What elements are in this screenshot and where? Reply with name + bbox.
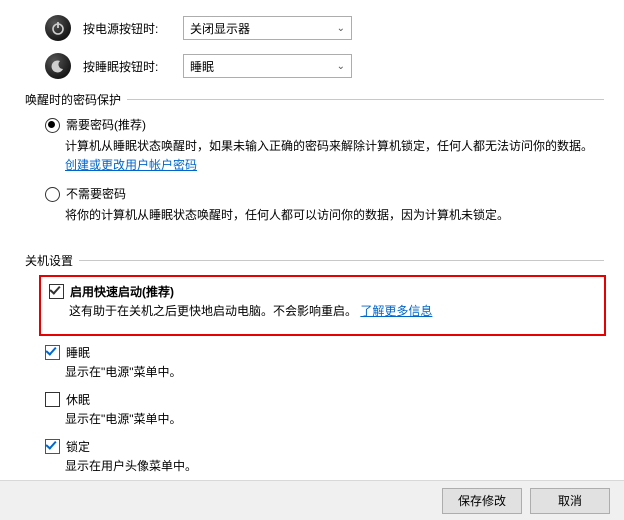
learn-more-link[interactable]: 了解更多信息 <box>360 304 432 318</box>
divider <box>127 99 604 100</box>
require-password-radio[interactable]: 需要密码(推荐) <box>45 116 604 133</box>
checkbox-checked-icon <box>49 284 64 299</box>
power-button-select[interactable]: 关闭显示器 ⌄ <box>183 16 352 40</box>
divider <box>79 260 604 261</box>
sleep-button-label: 按睡眠按钮时: <box>83 58 183 75</box>
checkbox-checked-icon <box>45 345 60 360</box>
sleep-checkbox-label: 睡眠 <box>66 344 90 361</box>
require-password-label: 需要密码(推荐) <box>66 116 146 133</box>
chevron-down-icon: ⌄ <box>337 61 345 72</box>
shutdown-settings-header: 关机设置 <box>25 252 604 269</box>
hibernate-checkbox-desc: 显示在"电源"菜单中。 <box>65 410 604 428</box>
sleep-button-select[interactable]: 睡眠 ⌄ <box>183 54 352 78</box>
sleep-button-value: 睡眠 <box>190 58 214 75</box>
chevron-down-icon: ⌄ <box>337 23 345 34</box>
power-icon <box>45 15 71 41</box>
no-password-radio[interactable]: 不需要密码 <box>45 185 604 202</box>
no-password-desc: 将你的计算机从睡眠状态唤醒时，任何人都可以访问你的数据，因为计算机未锁定。 <box>65 206 604 225</box>
power-button-row: 按电源按钮时: 关闭显示器 ⌄ <box>25 15 604 41</box>
cancel-button[interactable]: 取消 <box>530 488 610 514</box>
lock-checkbox[interactable]: 锁定 <box>45 438 604 455</box>
wake-password-header: 唤醒时的密码保护 <box>25 91 604 108</box>
save-button[interactable]: 保存修改 <box>442 488 522 514</box>
lock-checkbox-desc: 显示在用户头像菜单中。 <box>65 457 604 475</box>
checkbox-checked-icon <box>45 439 60 454</box>
require-password-desc: 计算机从睡眠状态唤醒时，如果未输入正确的密码来解除计算机锁定，任何人都无法访问你… <box>65 137 604 175</box>
radio-checked-icon <box>45 118 60 133</box>
checkbox-unchecked-icon <box>45 392 60 407</box>
hibernate-checkbox-label: 休眠 <box>66 391 90 408</box>
wake-password-title: 唤醒时的密码保护 <box>25 91 127 108</box>
change-account-password-link[interactable]: 创建或更改用户帐户密码 <box>65 158 197 172</box>
no-password-label: 不需要密码 <box>66 185 126 202</box>
sleep-checkbox-desc: 显示在"电源"菜单中。 <box>65 363 604 381</box>
fast-startup-checkbox[interactable]: 启用快速启动(推荐) <box>49 283 596 300</box>
radio-unchecked-icon <box>45 187 60 202</box>
fast-startup-highlight: 启用快速启动(推荐) 这有助于在关机之后更快地启动电脑。不会影响重启。 了解更多… <box>39 275 606 336</box>
dialog-footer: 保存修改 取消 <box>0 480 624 520</box>
fast-startup-label: 启用快速启动(推荐) <box>70 283 174 300</box>
hibernate-checkbox[interactable]: 休眠 <box>45 391 604 408</box>
sleep-icon <box>45 53 71 79</box>
sleep-button-row: 按睡眠按钮时: 睡眠 ⌄ <box>25 53 604 79</box>
power-button-label: 按电源按钮时: <box>83 20 183 37</box>
power-button-value: 关闭显示器 <box>190 20 250 37</box>
shutdown-settings-title: 关机设置 <box>25 252 79 269</box>
fast-startup-desc: 这有助于在关机之后更快地启动电脑。不会影响重启。 了解更多信息 <box>69 302 596 320</box>
lock-checkbox-label: 锁定 <box>66 438 90 455</box>
sleep-checkbox[interactable]: 睡眠 <box>45 344 604 361</box>
